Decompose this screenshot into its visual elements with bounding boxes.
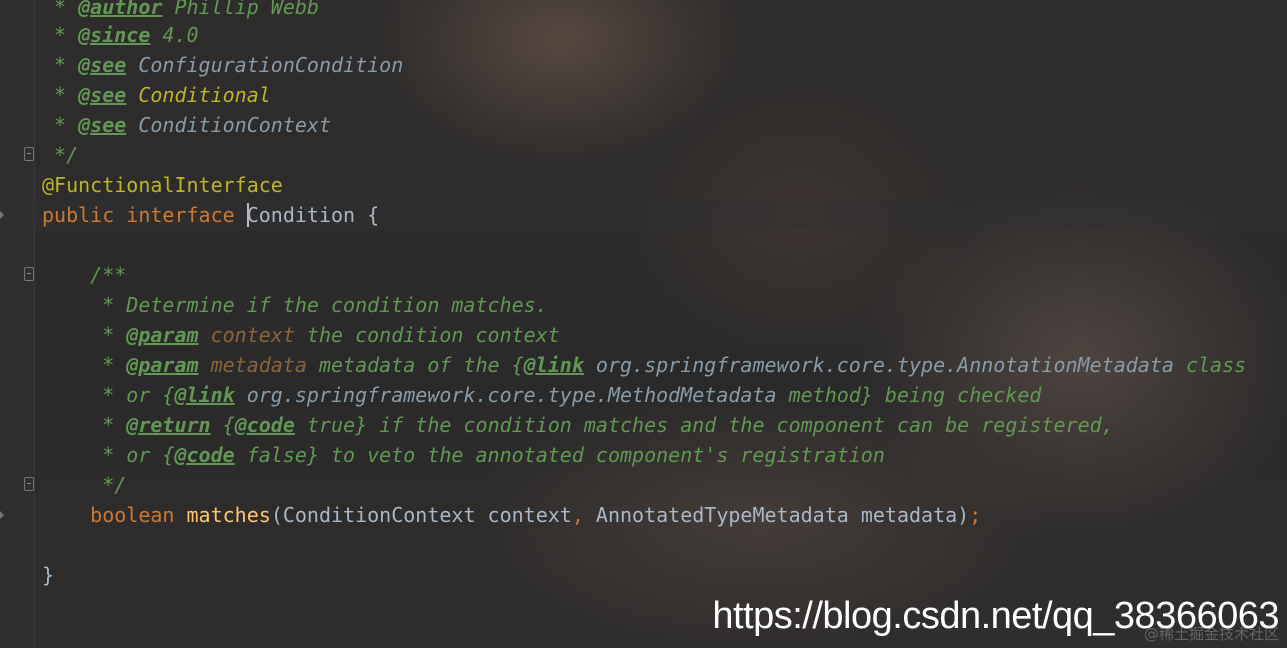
code-line: * @return {@code true} if the condition … xyxy=(42,413,1114,437)
code-line: */ xyxy=(42,473,127,497)
code-line: * @see ConditionContext xyxy=(42,113,331,137)
code-line: * @see ConfigurationCondition xyxy=(42,53,404,77)
watermark-url: https://blog.csdn.net/qq_38366063 xyxy=(712,595,1279,637)
code-line-method: boolean matches(ConditionContext context… xyxy=(90,503,982,527)
code-line: } xyxy=(42,563,55,587)
code-line: * or {@link org.springframework.core.typ… xyxy=(42,383,1042,407)
gutter-marker-icon[interactable] xyxy=(0,211,4,219)
code-line: * @param metadata metadata of the {@link… xyxy=(42,353,1247,377)
code-line: * @author Phillip Webb xyxy=(42,0,319,19)
fold-icon[interactable] xyxy=(24,267,34,281)
code-line-annotation: @FunctionalInterface xyxy=(42,173,283,197)
code-line: * @param context the condition context xyxy=(42,323,560,347)
fold-icon[interactable] xyxy=(24,477,34,491)
editor-gutter xyxy=(0,0,35,648)
code-line: * @since 4.0 xyxy=(42,23,199,47)
code-line: /** xyxy=(42,263,127,287)
code-line: */ xyxy=(42,143,79,167)
code-line-declaration: public interface Condition { xyxy=(42,203,380,227)
gutter-marker-icon[interactable] xyxy=(0,511,4,519)
code-editor[interactable]: * @author Phillip Webb * @since 4.0 * @s… xyxy=(42,0,1287,648)
code-line: * Determine if the condition matches. xyxy=(42,293,548,317)
code-line: * or {@code false} to veto the annotated… xyxy=(42,443,885,467)
fold-icon[interactable] xyxy=(24,147,34,161)
code-line: * @see Conditional xyxy=(42,83,271,107)
